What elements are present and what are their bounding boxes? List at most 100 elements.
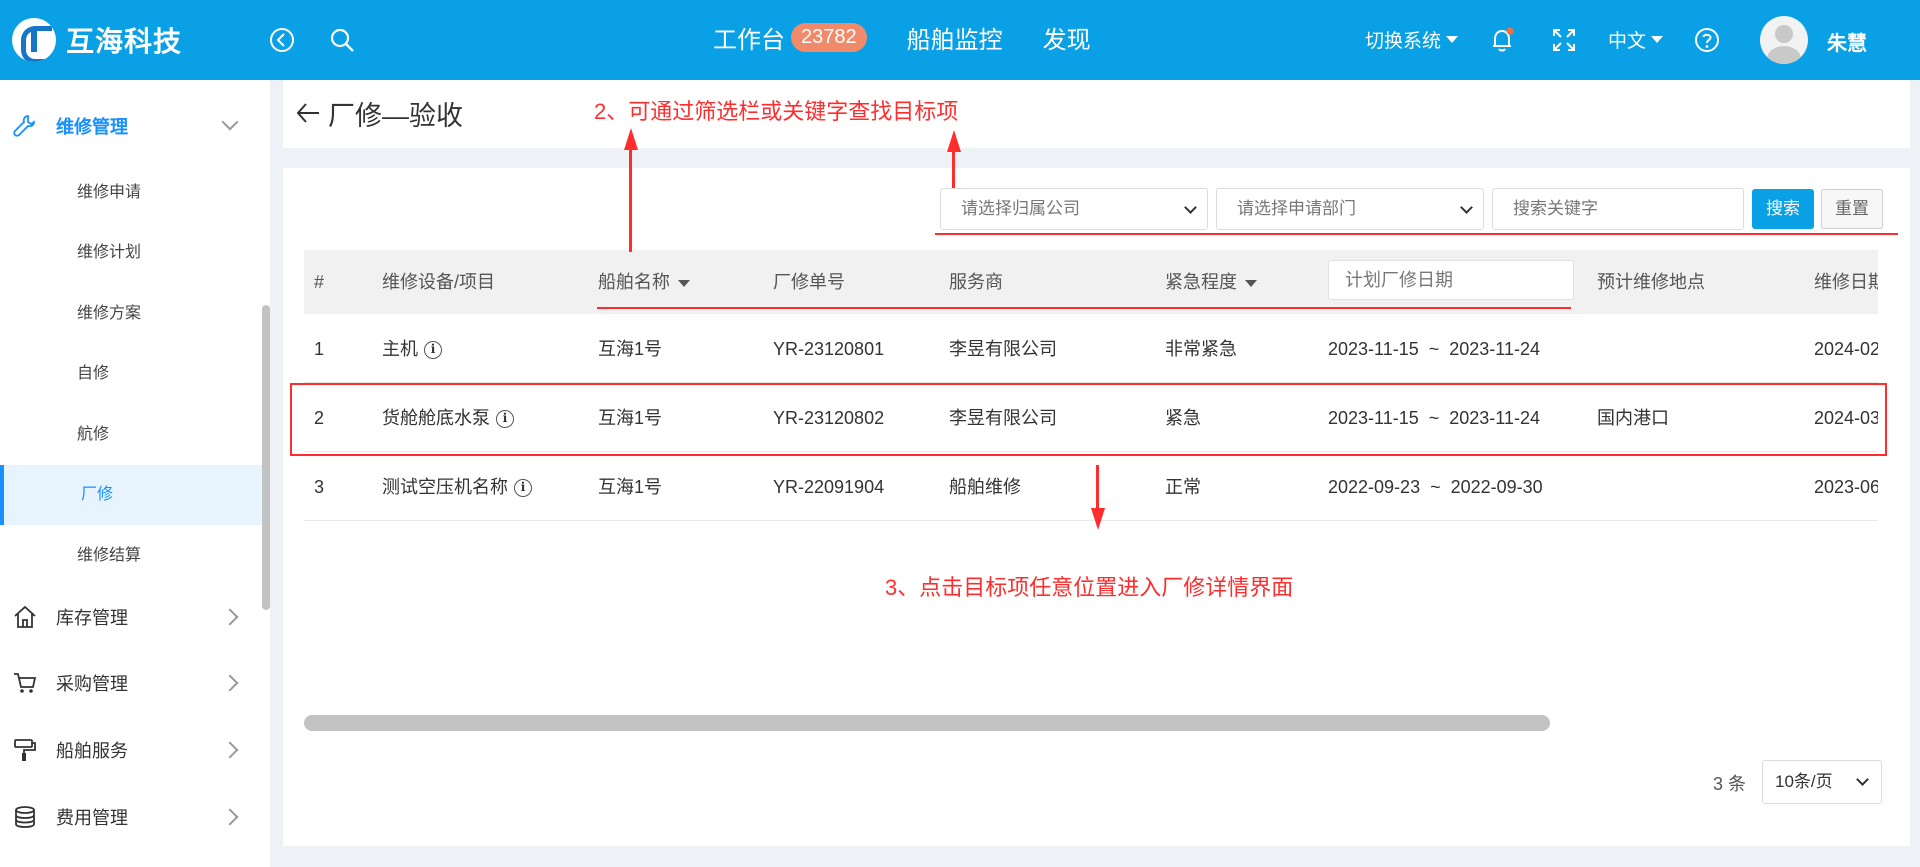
annotation-arrow-up-icon [947, 130, 961, 152]
cell-index: 1 [314, 339, 325, 359]
cell-ship: 互海1号 [598, 477, 663, 497]
switch-system-label: 切换系统 [1365, 31, 1442, 52]
col-vendor: 服务商 [949, 272, 1003, 292]
nav-discover[interactable]: 发现 [1043, 20, 1091, 55]
plan-date-filter-input[interactable]: 计划厂修日期 [1328, 260, 1574, 300]
annotation-arrow-shaft [952, 150, 955, 188]
annotation-arrow-shaft [629, 148, 632, 252]
col-order-no: 厂修单号 [773, 272, 845, 292]
sidebar-group-purchasing[interactable]: 采购管理 [0, 653, 262, 713]
username[interactable]: 朱慧 [1827, 27, 1867, 56]
sidebar-item-dock-repair[interactable]: 厂修 [0, 465, 262, 525]
page-header: 厂修—验收 [283, 80, 1910, 148]
sidebar-item-repair-plan[interactable]: 维修计划 [0, 223, 262, 283]
annotation-arrow-shaft [1096, 465, 1099, 511]
wrench-icon [13, 115, 35, 137]
col-urgency-label: 紧急程度 [1165, 272, 1237, 292]
cell-ship: 互海1号 [598, 339, 663, 359]
nav-workbench-label: 工作台 [713, 27, 785, 54]
sidebar-item-voyage-repair[interactable]: 航修 [0, 405, 262, 465]
company-select-placeholder: 请选择归属公司 [961, 199, 1080, 218]
fullscreen-icon[interactable] [1550, 26, 1578, 54]
info-icon[interactable]: i [514, 479, 532, 498]
col-item: 维修设备/项目 [382, 272, 496, 292]
cell-plan-date: 2022-09-23 ~ 2022-09-30 [1328, 477, 1543, 497]
cell-item-text: 主机 [382, 339, 418, 359]
cell-item: 测试空压机名称 i [382, 453, 532, 521]
top-header: 互海科技 工作台 23782 船舶监控 发现 切换系统 中文 朱慧 [0, 0, 1920, 80]
company-select[interactable]: 请选择归属公司 [940, 188, 1208, 230]
col-urgency-sortable[interactable]: 紧急程度 [1165, 250, 1257, 314]
cell-urgency: 正常 [1165, 477, 1201, 497]
cell-repair-date: 2024-02 [1814, 339, 1878, 359]
col-ship-label: 船舶名称 [598, 272, 670, 292]
page-size-value: 10条/页 [1775, 772, 1833, 791]
page-size-select[interactable]: 10条/页 [1762, 760, 1882, 804]
sidebar-item-repair-settlement[interactable]: 维修结算 [0, 526, 262, 586]
caret-down-icon [678, 279, 690, 287]
cart-icon [14, 673, 37, 693]
sidebar-group-label: 费用管理 [56, 808, 128, 828]
back-circle-icon[interactable] [268, 26, 296, 54]
nav-workbench[interactable]: 工作台 23782 [713, 20, 867, 55]
table-header: # 维修设备/项目 船舶名称 厂修单号 服务商 紧急程度 预计维修地点 维修日期 [304, 250, 1878, 314]
table-row[interactable]: 1 主机 i 互海1号 YR-23120801 李昱有限公司 非常紧急 2023-… [304, 315, 1878, 383]
language-label: 中文 [1608, 31, 1647, 52]
annotation-highlight-row [290, 383, 1887, 456]
cell-index: 3 [314, 477, 325, 497]
cell-repair-date: 2023-06 [1814, 477, 1878, 497]
bell-icon[interactable] [1488, 26, 1516, 54]
col-index: # [314, 272, 325, 292]
sidebar-group-label: 采购管理 [56, 674, 128, 694]
brand-logo[interactable]: 互海科技 [12, 18, 182, 62]
chevron-right-icon [221, 608, 239, 626]
keyword-search-placeholder: 搜索关键字 [1513, 199, 1598, 218]
user-avatar[interactable] [1760, 16, 1808, 64]
sidebar-scrollbar[interactable] [262, 305, 270, 610]
annotation-arrow-up-icon [624, 128, 638, 150]
chevron-down-icon [1460, 201, 1473, 214]
sidebar-item-self-repair[interactable]: 自修 [0, 344, 262, 404]
logo-mark-icon [12, 18, 56, 62]
chevron-right-icon [221, 741, 239, 759]
cell-item-text: 测试空压机名称 [382, 477, 508, 497]
sidebar-item-repair-request[interactable]: 维修申请 [0, 163, 262, 223]
col-location: 预计维修地点 [1597, 272, 1705, 292]
sidebar-group-expense[interactable]: 费用管理 [0, 787, 262, 847]
sidebar-group-inventory[interactable]: 库存管理 [0, 587, 262, 647]
sidebar-group-label: 库存管理 [56, 608, 128, 628]
info-icon[interactable]: i [424, 341, 442, 360]
sidebar-group-ship-service[interactable]: 船舶服务 [0, 720, 262, 780]
arrow-left-icon[interactable] [295, 100, 321, 126]
sidebar-item-repair-scheme[interactable]: 维修方案 [0, 284, 262, 344]
chevron-down-icon [1184, 201, 1197, 214]
plan-date-placeholder: 计划厂修日期 [1345, 270, 1453, 290]
main-nav: 工作台 23782 船舶监控 发现 [713, 20, 1131, 55]
switch-system-dropdown[interactable]: 切换系统 [1365, 26, 1459, 53]
annotation-underline-headers [597, 307, 1571, 309]
chevron-down-icon [221, 113, 239, 131]
search-button[interactable]: 搜索 [1752, 189, 1814, 229]
department-select[interactable]: 请选择申请部门 [1216, 188, 1484, 230]
coins-icon [15, 806, 35, 828]
cell-urgency: 非常紧急 [1165, 339, 1237, 359]
table-horizontal-scrollbar[interactable] [304, 715, 1550, 731]
cell-order-no: YR-22091904 [773, 477, 885, 497]
caret-down-icon [1446, 36, 1459, 43]
sidebar-group-label: 船舶服务 [56, 741, 128, 761]
keyword-search-input[interactable]: 搜索关键字 [1492, 188, 1744, 230]
reset-button[interactable]: 重置 [1821, 189, 1883, 229]
search-icon[interactable] [328, 26, 356, 54]
col-ship-sortable[interactable]: 船舶名称 [598, 250, 690, 314]
sidebar-group-maintenance[interactable]: 维修管理 [0, 96, 262, 156]
workbench-count-badge: 23782 [791, 23, 867, 52]
caret-down-icon [1651, 36, 1664, 43]
annotation-filter-hint: 2、可通过筛选栏或关键字查找目标项 [594, 99, 959, 124]
chevron-right-icon [221, 674, 239, 692]
cell-vendor: 李昱有限公司 [949, 339, 1057, 359]
nav-ship-monitoring[interactable]: 船舶监控 [907, 20, 1003, 55]
language-dropdown[interactable]: 中文 [1608, 26, 1664, 53]
chevron-down-icon [1856, 773, 1869, 786]
nav-ship-monitoring-label: 船舶监控 [906, 27, 1003, 54]
help-icon[interactable] [1693, 26, 1721, 54]
